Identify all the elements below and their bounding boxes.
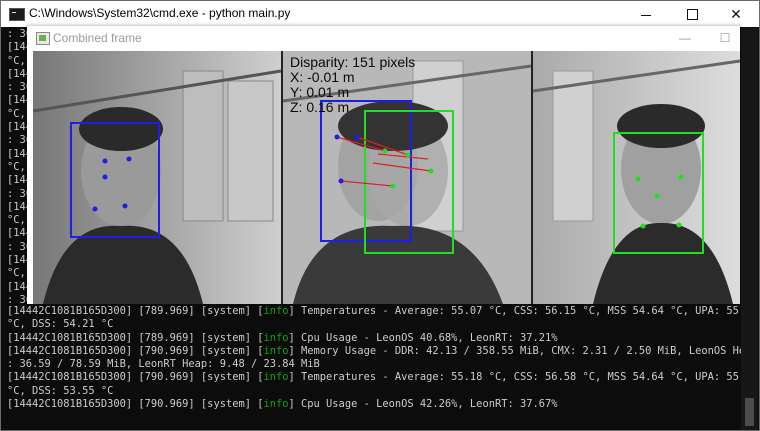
cv-window-title: Combined frame <box>53 31 142 45</box>
console-line: : 36.59 / 78.59 MiB, LeonRT Heap: 9.48 /… <box>7 358 741 371</box>
scrollbar-thumb[interactable] <box>745 398 754 426</box>
cv-title-bar[interactable]: Combined frame — ☐ <box>27 26 740 50</box>
overlay-z: Z: 0.16 m <box>290 99 349 115</box>
close-button[interactable]: ✕ <box>713 1 759 27</box>
maximize-button[interactable] <box>669 1 715 27</box>
overlay-x: X: -0.01 m <box>290 69 355 85</box>
image-icon <box>36 32 50 45</box>
console-line-text: [14442C1081B165D300] [790.969] [system] … <box>7 398 264 411</box>
cv-maximize-button[interactable]: ☐ <box>707 26 743 50</box>
console-line-text: ] Temperatures - Average: 55.18 °C, CSS:… <box>288 371 758 384</box>
console-line: [14442C1081B165D300] [790.969] [system] … <box>7 344 758 358</box>
console-line-text: [14442C1081B165D300] [790.969] [system] … <box>7 371 264 384</box>
console-line-text: [14442C1081B165D300] [789.969] [system] … <box>7 305 264 317</box>
overlay-y: Y: 0.01 m <box>290 84 349 100</box>
right-camera-frame <box>532 51 740 304</box>
log-level-tag: info <box>263 344 289 357</box>
cmd-title-bar[interactable]: C:\Windows\System32\cmd.exe - python mai… <box>1 1 759 27</box>
console-line: [14442C1081B165D300] [789.969] [system] … <box>7 332 741 345</box>
maximize-icon <box>686 8 698 20</box>
left-camera-frame <box>33 51 282 304</box>
console-line: [14442C1081B165D300] [789.969] [system] … <box>7 305 758 318</box>
console-line: °C, DSS: 53.55 °C <box>7 385 741 398</box>
disparity-frame: Disparity: 151 pixels X: -0.01 m Y: 0.01… <box>282 51 532 304</box>
log-level-tag: info <box>263 371 289 384</box>
console-line-text: ] Cpu Usage - LeonOS 42.26%, LeonRT: 37.… <box>288 398 558 411</box>
log-level-tag: info <box>263 398 289 411</box>
console-line-text: [14442C1081B165D300] [790.969] [system] … <box>7 344 264 357</box>
maximize-icon: ☐ <box>719 31 731 45</box>
log-level-tag: info <box>263 305 289 317</box>
minimize-icon <box>641 14 651 16</box>
overlay-disparity: Disparity: 151 pixels <box>290 54 415 70</box>
minimize-icon: — <box>679 31 691 45</box>
terminal-icon <box>9 8 25 21</box>
cv-minimize-button[interactable]: — <box>667 26 703 50</box>
console-line-text: ] Memory Usage - DDR: 42.13 / 358.55 MiB… <box>288 344 758 357</box>
close-icon: ✕ <box>730 5 742 22</box>
camera-frames: Disparity: 151 pixels X: -0.01 m Y: 0.01… <box>33 51 740 304</box>
vertical-scrollbar[interactable] <box>741 28 758 430</box>
console-line-text: [14442C1081B165D300] [789.969] [system] … <box>7 331 264 344</box>
console-line-text: °C, DSS: 54.21 °C <box>7 318 114 331</box>
cv-window: Combined frame — ☐ Disparity: 151 pixels… <box>27 26 740 304</box>
minimize-button[interactable] <box>623 1 669 27</box>
console-line: °C, DSS: 54.21 °C <box>7 318 741 331</box>
console-line: [14442C1081B165D300] [790.969] [system] … <box>7 371 758 384</box>
console-line: [14442C1081B165D300] [790.969] [system] … <box>7 398 741 411</box>
console-log-lines: [14442C1081B165D300] [789.969] [system] … <box>7 305 758 411</box>
combined-frame-image: Disparity: 151 pixels X: -0.01 m Y: 0.01… <box>33 51 740 304</box>
console-line-text: ] Cpu Usage - LeonOS 40.68%, LeonRT: 37.… <box>288 331 558 344</box>
cmd-window-title: C:\Windows\System32\cmd.exe - python mai… <box>29 6 291 20</box>
log-level-tag: info <box>263 331 289 344</box>
console-line-text: : 36.59 / 78.59 MiB, LeonRT Heap: 9.48 /… <box>7 358 320 371</box>
console-line-text: °C, DSS: 53.55 °C <box>7 384 114 397</box>
console-line-text: ] Temperatures - Average: 55.07 °C, CSS:… <box>288 305 758 317</box>
